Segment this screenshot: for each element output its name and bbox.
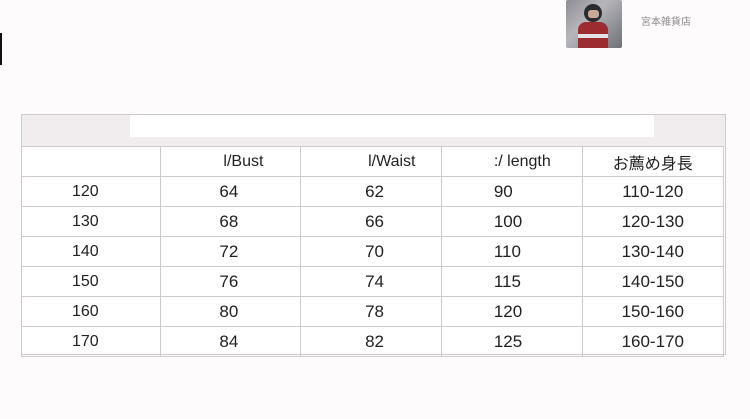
shop-avatar[interactable] [566,0,622,48]
cell-bust: 80 [160,296,302,327]
cell-size: 150 [20,266,162,297]
table-row: 140 72 70 110 130-140 [20,236,725,267]
shop-name: 宮本雑貨店 [641,17,691,28]
table-row: 170 84 82 125 160-170 [20,326,725,357]
header-length: :/ length [440,146,583,177]
cell-length: 120 [440,296,583,327]
header-bust: l/Bust [160,146,302,177]
size-chart-title-band [22,115,725,147]
table-header-row: l/Bust l/Waist :/ length お薦め身長 [20,146,725,177]
cell-waist: 82 [300,326,442,357]
avatar-figure-face [588,10,599,18]
cell-length: 115 [440,266,583,297]
cell-waist: 78 [300,296,442,327]
cell-waist: 66 [300,206,442,237]
table-row: 130 68 66 100 120-130 [20,206,725,237]
cell-size: 140 [20,236,162,267]
cell-height: 130-140 [581,236,725,267]
cell-length: 110 [440,236,583,267]
table-row: 120 64 62 90 110-120 [20,176,725,207]
cell-length: 125 [440,326,583,357]
cell-size: 120 [20,176,162,207]
header-size [20,146,162,177]
header-recommended-height: お薦め身長 [581,146,725,177]
cell-height: 110-120 [581,176,725,207]
left-edge-mark [0,33,2,65]
cell-waist: 74 [300,266,442,297]
cell-height: 140-150 [581,266,725,297]
cell-height: 150-160 [581,296,725,327]
header-waist: l/Waist [300,146,442,177]
cell-bust: 64 [160,176,302,207]
cell-bust: 76 [160,266,302,297]
cell-height: 160-170 [581,326,725,357]
cell-waist: 62 [300,176,442,207]
cell-waist: 70 [300,236,442,267]
size-table: l/Bust l/Waist :/ length お薦め身長 120 64 62… [20,146,725,357]
avatar-figure-belt [578,34,608,38]
cell-size: 160 [20,296,162,327]
cell-bust: 84 [160,326,302,357]
cell-length: 90 [440,176,583,207]
cell-height: 120-130 [581,206,725,237]
cell-size: 130 [20,206,162,237]
size-chart-title-cell [130,115,654,137]
cell-bust: 72 [160,236,302,267]
cell-size: 170 [20,326,162,357]
table-row: 150 76 74 115 140-150 [20,266,725,297]
cell-bust: 68 [160,206,302,237]
size-chart: l/Bust l/Waist :/ length お薦め身長 120 64 62… [20,114,726,357]
cell-length: 100 [440,206,583,237]
table-row: 160 80 78 120 150-160 [20,296,725,327]
